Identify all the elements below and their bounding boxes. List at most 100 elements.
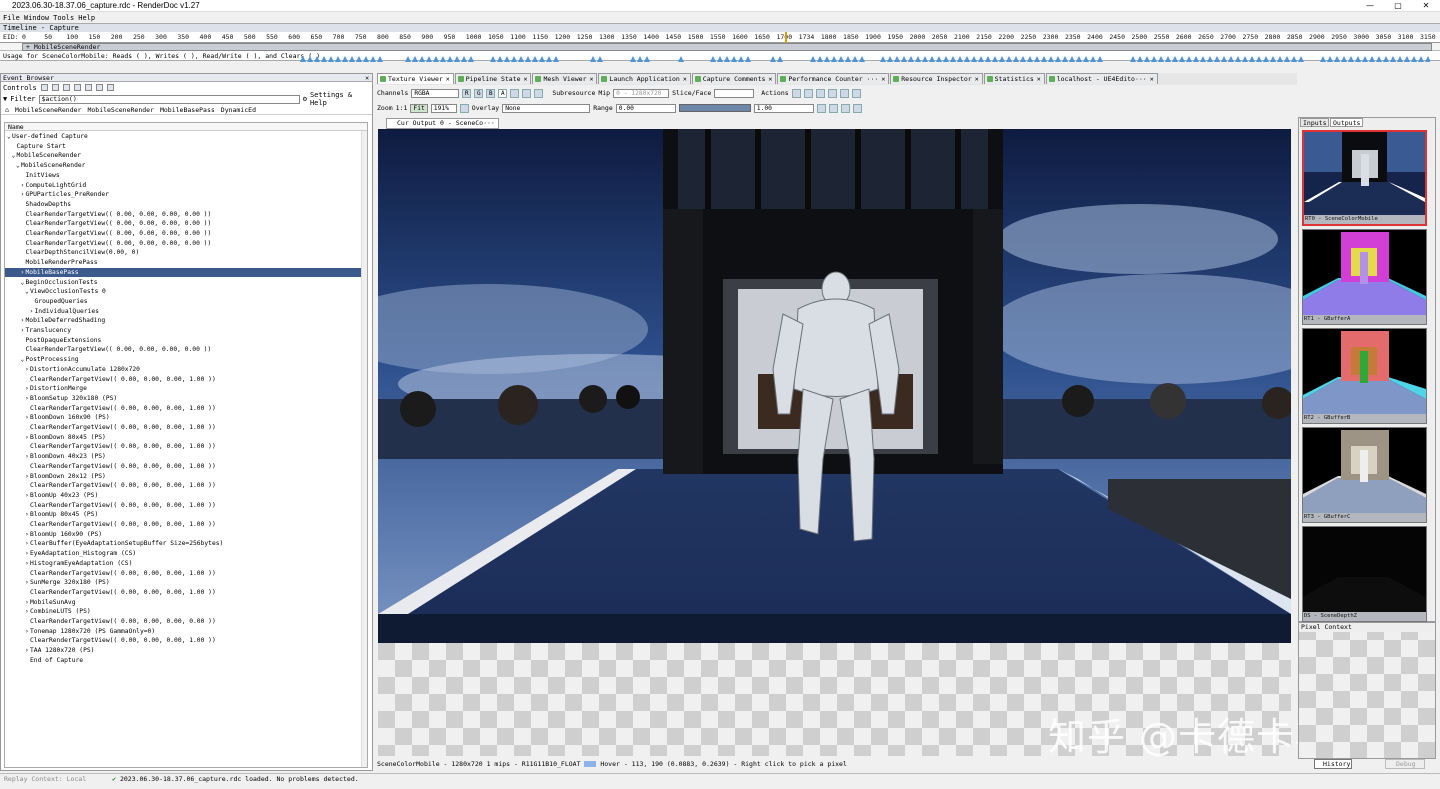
event-row[interactable]: ClearRenderTargetView(( 0.00, 0.00, 0.00… bbox=[5, 442, 367, 452]
usage-marker[interactable] bbox=[777, 56, 783, 62]
mip-select[interactable]: 0 - 1280x720 bbox=[613, 88, 670, 98]
usage-marker[interactable] bbox=[1179, 56, 1185, 62]
usage-marker[interactable] bbox=[1130, 56, 1136, 62]
usage-marker[interactable] bbox=[1214, 56, 1220, 62]
usage-marker[interactable] bbox=[454, 56, 460, 62]
usage-marker[interactable] bbox=[1411, 56, 1417, 62]
usage-marker[interactable] bbox=[447, 56, 453, 62]
tab-outputs[interactable]: Outputs bbox=[1330, 118, 1364, 127]
usage-marker[interactable] bbox=[971, 56, 977, 62]
event-row[interactable]: Capture Start bbox=[5, 142, 367, 152]
usage-marker[interactable] bbox=[532, 56, 538, 62]
flip-icon[interactable] bbox=[815, 88, 825, 98]
close-button[interactable]: ✕ bbox=[1412, 1, 1440, 10]
usage-marker[interactable] bbox=[929, 56, 935, 62]
thumbnail-rt0[interactable]: RT0 - SceneColorMobile bbox=[1302, 130, 1427, 226]
event-row[interactable]: ›IndividualQueries bbox=[5, 307, 367, 317]
slice-select[interactable] bbox=[714, 88, 755, 98]
usage-marker[interactable] bbox=[922, 56, 928, 62]
close-icon[interactable]: ✕ bbox=[365, 74, 369, 82]
event-row[interactable]: GroupedQueries bbox=[5, 297, 367, 307]
tab-launch-application[interactable]: Launch Application ✕ bbox=[598, 73, 691, 84]
usage-marker[interactable] bbox=[1186, 56, 1192, 62]
usage-marker[interactable] bbox=[1425, 56, 1430, 62]
flip-y-icon[interactable] bbox=[459, 103, 469, 113]
usage-marker[interactable] bbox=[950, 56, 956, 62]
usage-marker[interactable] bbox=[887, 56, 893, 62]
view-texture-icon[interactable] bbox=[827, 88, 837, 98]
event-row[interactable]: ›Tonemap 1280x720 (PS GammaOnly=0) bbox=[5, 627, 367, 637]
channel-g-toggle[interactable]: G bbox=[474, 88, 484, 98]
usage-marker[interactable] bbox=[490, 56, 496, 62]
event-row[interactable]: ⌄MobileSceneRender bbox=[5, 161, 367, 171]
event-row[interactable]: ›DistortionMerge bbox=[5, 384, 367, 394]
fit-toggle[interactable]: Fit bbox=[410, 103, 428, 113]
usage-marker[interactable] bbox=[838, 56, 844, 62]
usage-marker[interactable] bbox=[1277, 56, 1283, 62]
event-row[interactable]: ›DistortionAccumulate 1280x720 bbox=[5, 365, 367, 375]
close-icon[interactable]: ✕ bbox=[881, 75, 885, 83]
usage-marker[interactable] bbox=[1048, 56, 1054, 62]
usage-marker[interactable] bbox=[637, 56, 643, 62]
home-icon[interactable]: ⌂ bbox=[5, 106, 9, 114]
usage-marker[interactable] bbox=[328, 56, 334, 62]
usage-marker[interactable] bbox=[1242, 56, 1248, 62]
event-row[interactable]: MobileRenderPrePass bbox=[5, 258, 367, 268]
usage-marker[interactable] bbox=[1013, 56, 1019, 62]
event-row[interactable]: ›EyeAdaptation_Histogram (CS) bbox=[5, 549, 367, 559]
usage-marker[interactable] bbox=[630, 56, 636, 62]
usage-marker[interactable] bbox=[553, 56, 559, 62]
thumbnail-rt2[interactable]: RT2 - GBufferB bbox=[1302, 328, 1427, 424]
event-row[interactable]: ›HistogramEyeAdaptation (CS) bbox=[5, 559, 367, 569]
menu-window[interactable]: Window bbox=[24, 14, 49, 22]
usage-marker[interactable] bbox=[497, 56, 503, 62]
usage-marker[interactable] bbox=[363, 56, 369, 62]
histogram-icon[interactable] bbox=[852, 103, 862, 113]
range-max-input[interactable]: 1.00 bbox=[753, 103, 814, 113]
event-row[interactable]: ›BloomDown 80x45 (PS) bbox=[5, 433, 367, 443]
usage-marker[interactable] bbox=[412, 56, 418, 62]
maximize-button[interactable]: ▢ bbox=[1384, 1, 1412, 10]
usage-marker[interactable] bbox=[957, 56, 963, 62]
menu-file[interactable]: File bbox=[3, 14, 20, 22]
tab-localhost[interactable]: localhost - UE4Edito··· ✕ bbox=[1045, 73, 1158, 84]
event-row[interactable]: ›BloomUp 40x23 (PS) bbox=[5, 491, 367, 501]
close-icon[interactable]: ✕ bbox=[1150, 75, 1154, 83]
usage-marker[interactable] bbox=[377, 56, 383, 62]
event-row[interactable]: ClearDepthStencilView(0.00, 0) bbox=[5, 248, 367, 258]
usage-marker[interactable] bbox=[943, 56, 949, 62]
usage-marker[interactable] bbox=[1055, 56, 1061, 62]
usage-marker[interactable] bbox=[745, 56, 751, 62]
usage-marker[interactable] bbox=[1200, 56, 1206, 62]
usage-marker[interactable] bbox=[1390, 56, 1396, 62]
event-row[interactable]: ClearRenderTargetView(( 0.00, 0.00, 0.00… bbox=[5, 481, 367, 491]
channels-select[interactable]: RGBA bbox=[411, 88, 460, 98]
usage-marker[interactable] bbox=[724, 56, 730, 62]
usage-marker[interactable] bbox=[845, 56, 851, 62]
event-row[interactable]: ⌄User-defined Capture bbox=[5, 132, 367, 142]
usage-marker[interactable] bbox=[1418, 56, 1424, 62]
breadcrumb-item[interactable]: DynamicEd bbox=[221, 106, 256, 114]
breadcrumb-item[interactable]: MobileSceneRender bbox=[15, 106, 82, 114]
palette-icon[interactable] bbox=[510, 88, 520, 98]
event-row[interactable]: ›BloomDown 160x90 (PS) bbox=[5, 413, 367, 423]
goto-icon[interactable] bbox=[803, 88, 813, 98]
event-row[interactable]: PostOpaqueExtensions bbox=[5, 336, 367, 346]
history-button[interactable]: History bbox=[1314, 759, 1352, 769]
usage-marker[interactable] bbox=[817, 56, 823, 62]
usage-marker[interactable] bbox=[1083, 56, 1089, 62]
filter-input[interactable]: $action() bbox=[38, 94, 300, 104]
menu-tools[interactable]: Tools bbox=[53, 14, 74, 22]
thumbnail-ds[interactable]: DS - SceneDepthZ bbox=[1302, 526, 1427, 622]
usage-marker[interactable] bbox=[978, 56, 984, 62]
bookmark-icon[interactable] bbox=[84, 84, 92, 91]
name-column-header[interactable]: Name bbox=[5, 123, 367, 131]
usage-marker[interactable] bbox=[1397, 56, 1403, 62]
usage-marker[interactable] bbox=[539, 56, 545, 62]
usage-marker[interactable] bbox=[1076, 56, 1082, 62]
close-icon[interactable]: ✕ bbox=[589, 75, 593, 83]
usage-marker[interactable] bbox=[717, 56, 723, 62]
checker-icon[interactable] bbox=[522, 88, 532, 98]
usage-marker[interactable] bbox=[1020, 56, 1026, 62]
usage-marker[interactable] bbox=[1270, 56, 1276, 62]
